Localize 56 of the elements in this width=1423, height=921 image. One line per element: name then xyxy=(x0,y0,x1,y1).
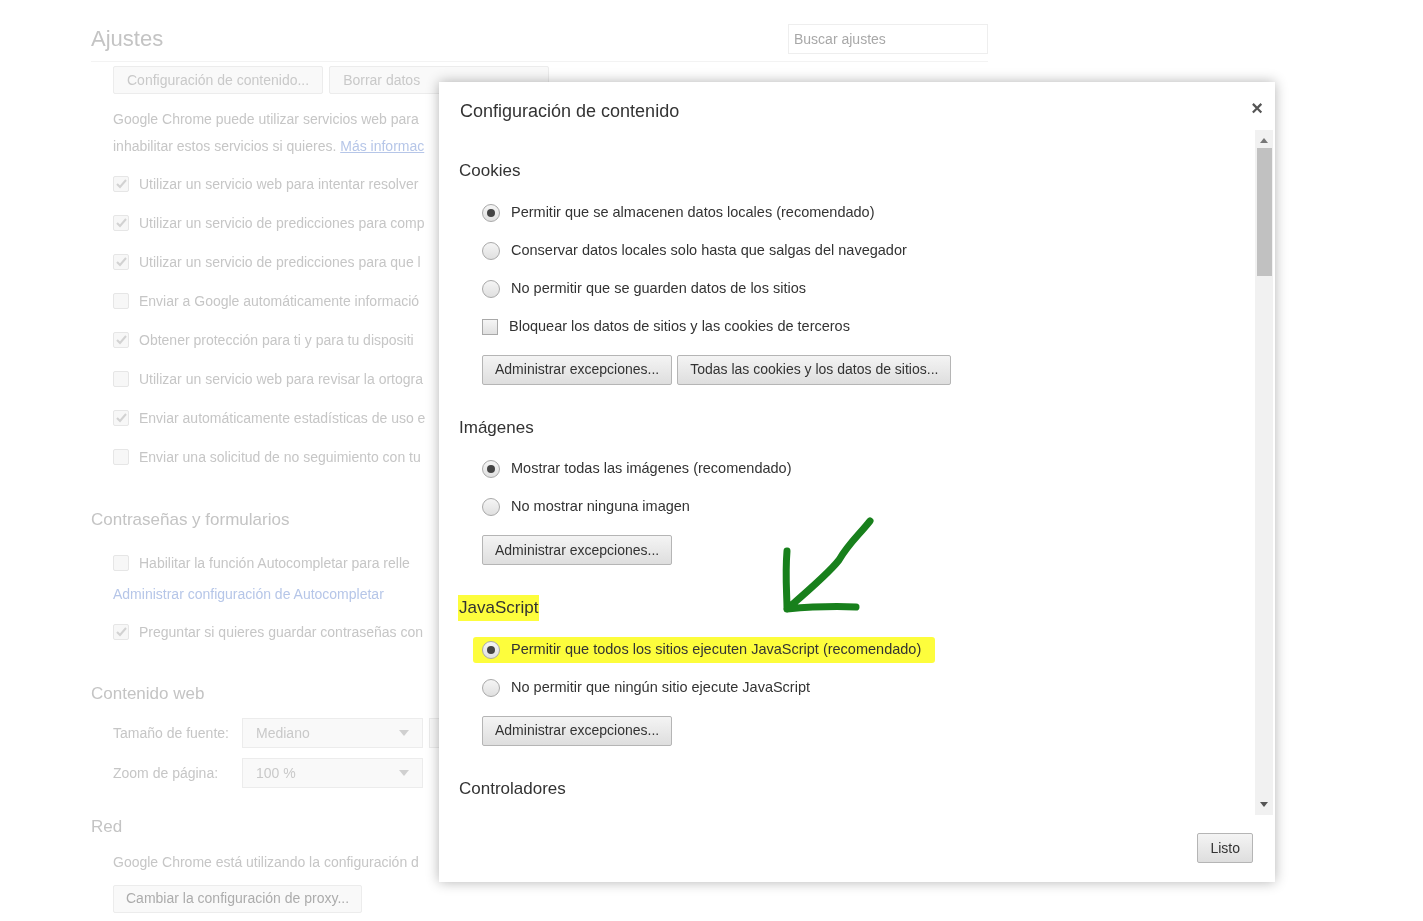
section-title: Cookies xyxy=(458,160,522,182)
button[interactable]: Todas las cookies y los datos de sitios... xyxy=(677,354,952,385)
option-label: Enviar una solicitud de no seguimiento con tu xyxy=(139,447,421,467)
option-label: Conservar datos locales solo hasta que salgas del navegador xyxy=(511,240,907,260)
radio-button[interactable] xyxy=(482,460,500,478)
field-label: Tamaño de fuente: xyxy=(113,723,230,743)
dropdown-arrow-icon xyxy=(399,730,409,736)
option-label: Permitir que se almacenen datos locales (recomendado) xyxy=(511,202,875,222)
option-label: Habilitar la función Autocompletar para relle xyxy=(139,553,410,573)
option-label: Utilizar un servicio web para intentar resolver xyxy=(139,174,419,194)
check-icon xyxy=(115,218,127,228)
radio-button[interactable] xyxy=(482,203,500,222)
option-label: Mostrar todas las imágenes (recomendado) xyxy=(511,459,792,479)
scrollbar[interactable] xyxy=(1255,130,1273,815)
button[interactable]: Administrar excepciones... xyxy=(482,715,673,746)
network-text: Google Chrome está utilizando la configuración d xyxy=(113,852,419,872)
radio-button[interactable] xyxy=(482,498,500,516)
option-label: Utilizar un servicio web para revisar la ortogra xyxy=(139,369,423,389)
radio-button[interactable] xyxy=(482,678,500,697)
option-label: No permitir que se guarden datos de los sitios xyxy=(511,278,806,298)
button[interactable]: Administrar excepciones... xyxy=(482,354,673,385)
section-title: Contenido web xyxy=(91,682,205,705)
check-icon xyxy=(115,257,127,267)
section-title: Imágenes xyxy=(458,416,535,439)
section-title: JavaScript xyxy=(458,595,540,621)
check-icon xyxy=(115,335,127,345)
option-label: Bloquear los datos de sitios y las cookies de terceros xyxy=(509,316,850,336)
page-title: Ajustes xyxy=(91,25,164,53)
button[interactable]: Administrar excepciones... xyxy=(482,535,673,565)
option-label: Permitir que todos los sitios ejecuten JavaScript (recomendado) xyxy=(511,639,922,659)
dropdown-arrow-icon xyxy=(399,770,409,776)
option-label: Preguntar si quieres guardar contraseñas con xyxy=(139,622,424,642)
option-label: Utilizar un servicio de predicciones para comp xyxy=(139,213,425,233)
radio-button[interactable] xyxy=(482,640,500,659)
check-icon xyxy=(115,179,127,189)
close-button[interactable]: × xyxy=(1251,98,1263,118)
option-label: No mostrar ninguna imagen xyxy=(511,497,690,517)
dialog-title: Configuración de contenido xyxy=(460,100,680,123)
scrollbar-thumb[interactable] xyxy=(1256,148,1272,276)
section-title: Controladores xyxy=(458,777,567,800)
checkbox[interactable] xyxy=(482,318,498,335)
option-label: Obtener protección para ti y para tu dispositi xyxy=(139,330,414,350)
field-label: Zoom de página: xyxy=(113,763,220,783)
radio-button[interactable] xyxy=(482,279,500,298)
scroll-up-icon[interactable] xyxy=(1260,138,1268,143)
check-icon xyxy=(115,413,127,423)
option-label: Enviar a Google automáticamente informació xyxy=(139,291,420,311)
button[interactable]: Listo xyxy=(1197,833,1253,863)
section-title: Contraseñas y formularios xyxy=(91,509,290,531)
scroll-down-icon[interactable] xyxy=(1260,802,1268,807)
option-label: Enviar automáticamente estadísticas de uso e xyxy=(139,408,426,428)
section-title: Red xyxy=(91,816,123,838)
check-icon xyxy=(115,627,127,637)
option-label: No permitir que ningún sitio ejecute JavaScript xyxy=(511,677,810,697)
radio-button[interactable] xyxy=(482,241,500,260)
search-field[interactable]: Buscar ajustes xyxy=(788,23,988,54)
